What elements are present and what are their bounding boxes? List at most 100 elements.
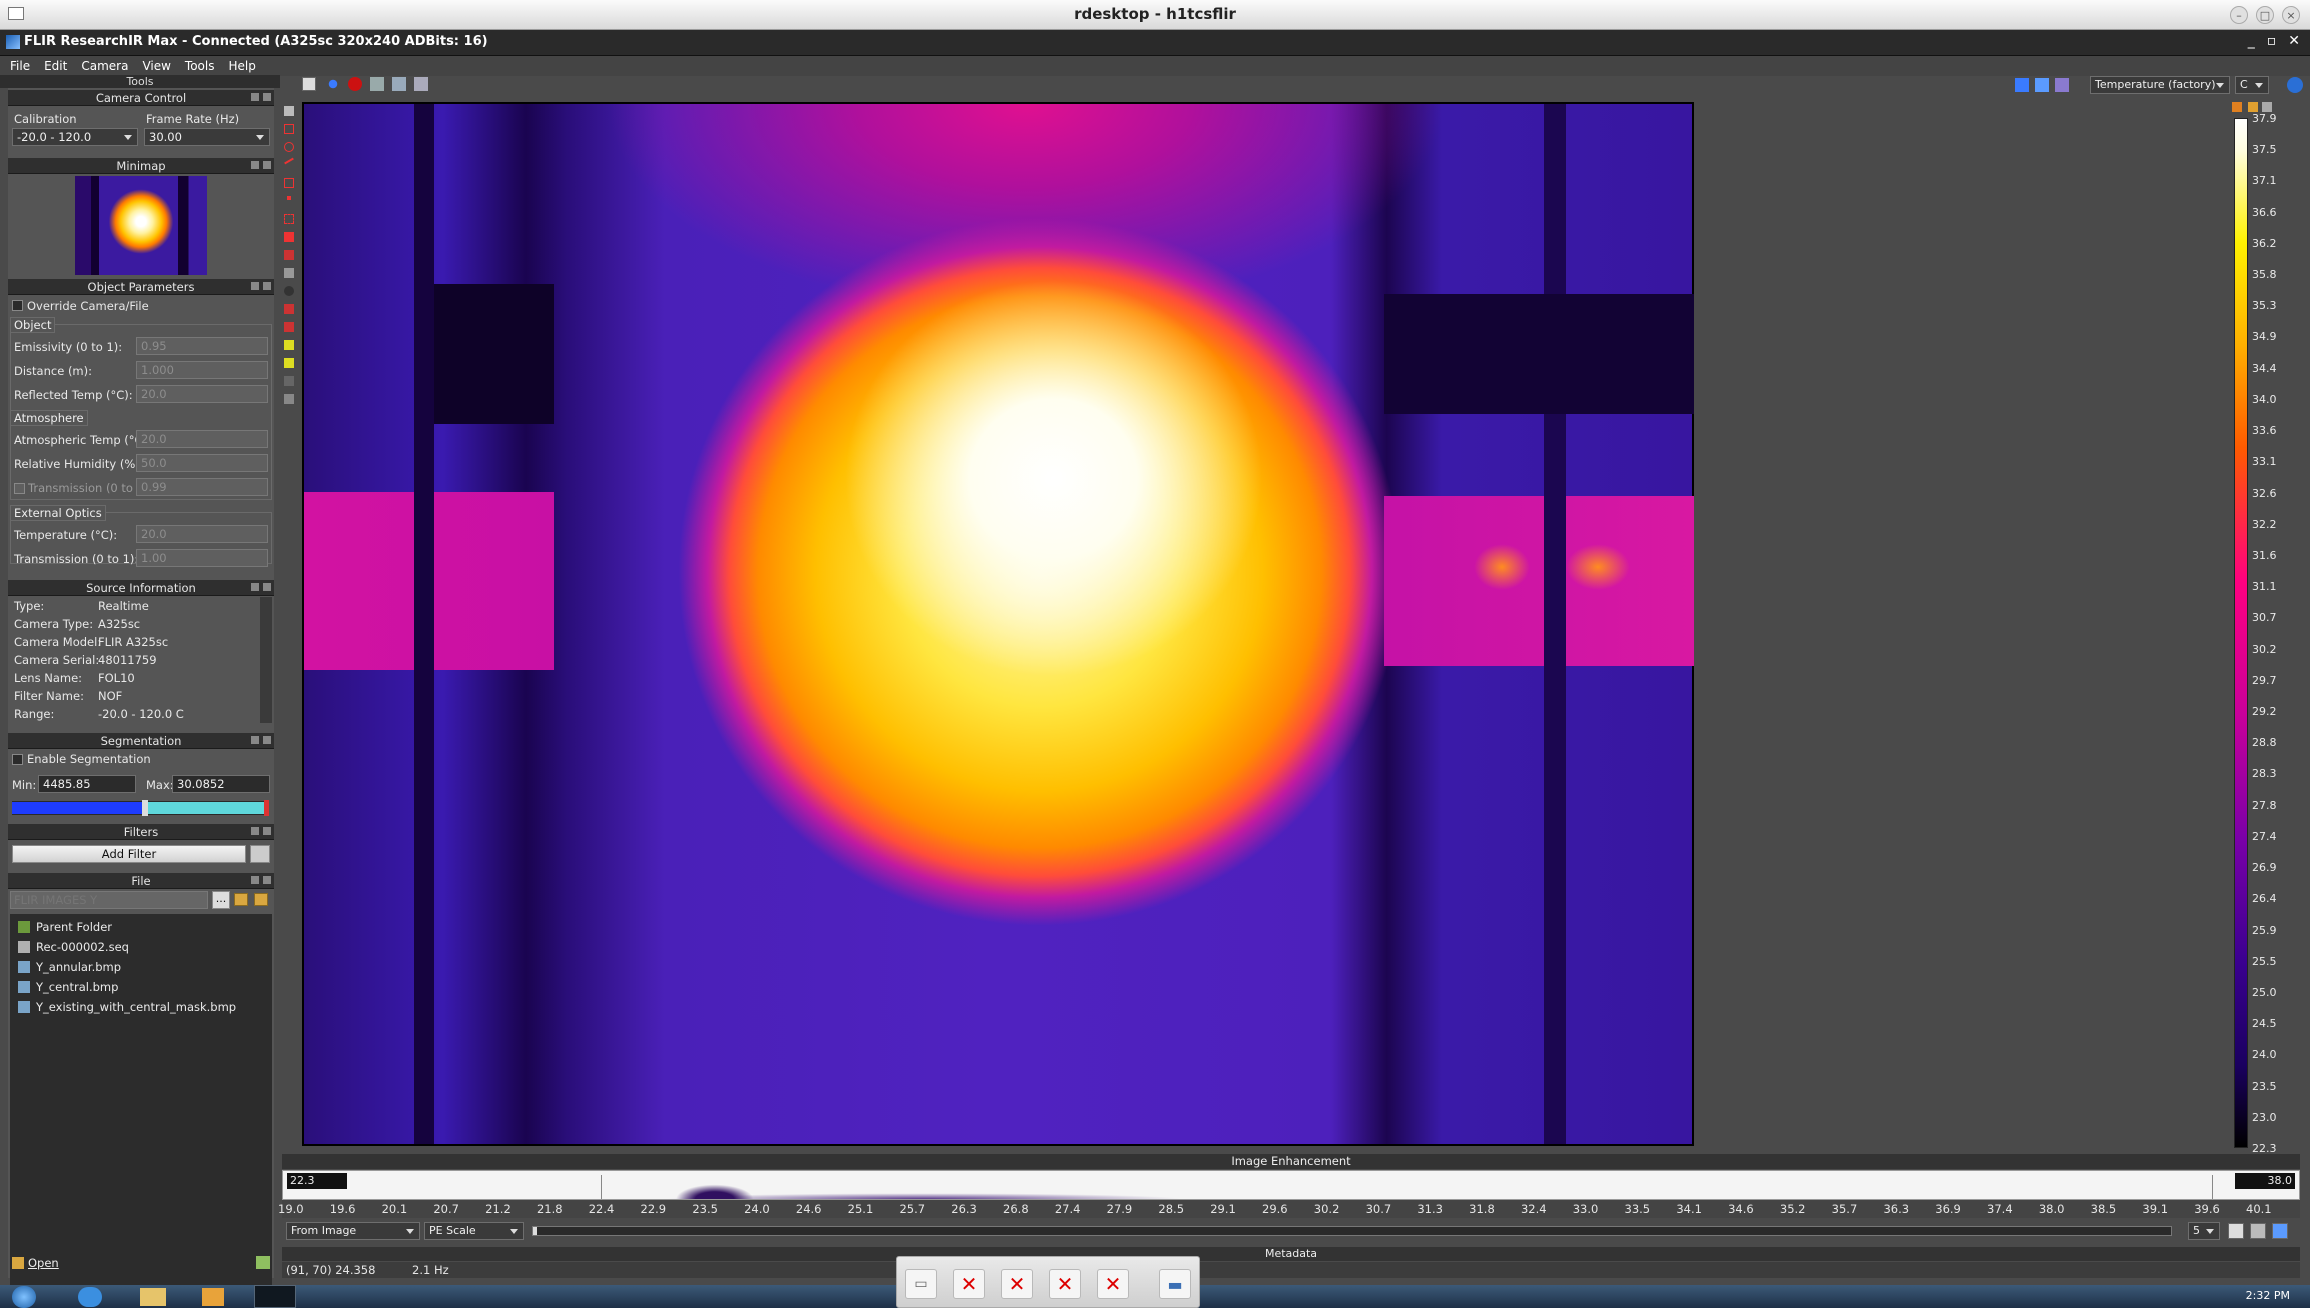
explorer-icon[interactable] [140, 1288, 166, 1306]
add-filter-button[interactable]: Add Filter [12, 845, 246, 863]
crosshair-icon[interactable] [326, 77, 340, 91]
line-roi-icon[interactable] [284, 157, 294, 165]
seg-handle-left[interactable] [142, 800, 148, 816]
histogram-low-field[interactable]: 22.3 [287, 1173, 347, 1189]
delete-roi-icon[interactable] [284, 304, 294, 314]
segmentation-header[interactable]: Segmentation [8, 733, 274, 749]
step-select[interactable]: 5 [2188, 1222, 2220, 1240]
pointer-icon[interactable] [284, 106, 294, 116]
os-minimize-button[interactable]: – [2230, 6, 2248, 24]
relative-humidity-field[interactable]: 50.0 [136, 454, 268, 472]
menu-file[interactable]: File [10, 59, 30, 73]
app-close-button[interactable]: ✕ [2288, 33, 2300, 49]
seg-min-field[interactable]: 4485.85 [38, 775, 136, 793]
folder-open-icon[interactable] [254, 893, 268, 906]
fill-roi-icon[interactable] [284, 232, 294, 242]
linear-mode-icon[interactable] [2228, 1223, 2244, 1239]
transmission-checkbox[interactable] [14, 483, 25, 494]
keyboard-icon[interactable] [302, 77, 316, 91]
histogram-high-field[interactable]: 38.0 [2235, 1173, 2295, 1189]
region-roi-icon[interactable] [284, 214, 294, 224]
enable-segmentation-checkbox[interactable] [12, 754, 23, 765]
pin-icon[interactable] [251, 161, 259, 169]
thermal-image-view[interactable] [302, 102, 1694, 1146]
profile-icon[interactable] [284, 358, 294, 368]
close-session-button[interactable]: ✕ [1049, 1269, 1081, 1299]
pin-icon[interactable] [251, 876, 259, 884]
palette-icon[interactable] [2055, 78, 2069, 92]
settings-icon[interactable] [284, 394, 294, 404]
collapse-icon[interactable] [263, 583, 271, 591]
object-parameters-header[interactable]: Object Parameters [8, 279, 274, 295]
pin-icon[interactable] [251, 583, 259, 591]
distance-field[interactable]: 1.000 [136, 361, 268, 379]
clear-roi-icon[interactable] [284, 322, 294, 332]
spot-roi-icon[interactable] [287, 196, 291, 200]
source-information-header[interactable]: Source Information [8, 580, 274, 596]
camera-control-header[interactable]: Camera Control [8, 90, 274, 106]
os-maximize-button[interactable]: □ [2256, 6, 2274, 24]
atmospheric-temp-field[interactable]: 20.0 [136, 430, 268, 448]
file-path-input[interactable] [10, 891, 208, 909]
histogram[interactable]: 22.3 38.0 [282, 1170, 2300, 1200]
transmission-field[interactable]: 0.99 [136, 478, 268, 496]
reflected-temp-field[interactable]: 20.0 [136, 385, 268, 403]
polygon-roi-icon[interactable] [284, 178, 294, 188]
list-item[interactable]: Y_central.bmp [18, 980, 118, 994]
researchir-task-icon[interactable] [254, 1285, 296, 1308]
collapse-icon[interactable] [263, 827, 271, 835]
file-header[interactable]: File [8, 873, 274, 889]
temperature-mode-select[interactable]: Temperature (factory) [2090, 76, 2230, 94]
pin-icon[interactable] [251, 282, 259, 290]
optics-transmission-field[interactable]: 1.00 [136, 549, 268, 567]
override-checkbox[interactable] [12, 300, 23, 311]
unit-select[interactable]: C [2235, 76, 2269, 94]
filters-header[interactable]: Filters [8, 824, 274, 840]
app-minimize-button[interactable]: _ [2248, 33, 2255, 49]
move-icon[interactable] [284, 268, 294, 278]
segmentation-slider[interactable] [12, 800, 269, 816]
record-icon[interactable] [348, 77, 362, 91]
temperature-colorbar[interactable] [2234, 118, 2248, 1148]
folder-favorite-icon[interactable] [234, 893, 248, 906]
seg-handle-right[interactable] [264, 800, 269, 816]
close-session-button[interactable]: ✕ [1097, 1269, 1129, 1299]
start-button-icon[interactable] [12, 1286, 36, 1308]
lock-range-icon[interactable] [2250, 1223, 2266, 1239]
seg-max-field[interactable]: 30.0852 [172, 775, 270, 793]
app-restore-button[interactable]: ▫ [2267, 33, 2277, 49]
list-item[interactable]: Y_existing_with_central_mask.bmp [18, 1000, 236, 1014]
palette-prev-icon[interactable] [2015, 78, 2029, 92]
source-scrollbar[interactable] [260, 597, 272, 723]
menu-tools[interactable]: Tools [185, 59, 215, 73]
os-close-button[interactable]: × [2282, 6, 2300, 24]
collapse-icon[interactable] [263, 93, 271, 101]
zoom-icon[interactable] [284, 376, 294, 386]
histogram-source-select[interactable]: From Image [286, 1222, 420, 1240]
dot-icon[interactable] [284, 286, 294, 296]
collapse-icon[interactable] [263, 161, 271, 169]
enhancement-handle[interactable] [533, 1227, 537, 1235]
rectangle-roi-icon[interactable] [284, 124, 294, 134]
range-lock-icon[interactable] [2232, 102, 2242, 112]
pin-icon[interactable] [251, 736, 259, 744]
drive-icon[interactable]: ▭ [905, 1269, 937, 1299]
media-player-icon[interactable] [202, 1288, 224, 1306]
folder-icon[interactable]: ▬ [1159, 1269, 1191, 1299]
refresh-icon[interactable] [256, 1256, 270, 1269]
menu-view[interactable]: View [142, 59, 170, 73]
filter-visibility-icon[interactable] [250, 845, 270, 863]
cross-roi-icon[interactable] [284, 250, 294, 260]
menu-camera[interactable]: Camera [81, 59, 128, 73]
collapse-icon[interactable] [263, 736, 271, 744]
enhancement-slider[interactable] [532, 1226, 2172, 1236]
export-icon[interactable] [2272, 1223, 2288, 1239]
scale-mode-select[interactable]: PE Scale [424, 1222, 524, 1240]
emissivity-field[interactable]: 0.95 [136, 337, 268, 355]
frame-rate-select[interactable]: 30.00 [144, 128, 270, 146]
browser-icon[interactable] [78, 1287, 102, 1307]
pin-icon[interactable] [251, 827, 259, 835]
palette-flip-icon[interactable] [2035, 78, 2049, 92]
close-session-button[interactable]: ✕ [1001, 1269, 1033, 1299]
close-session-button[interactable]: ✕ [953, 1269, 985, 1299]
